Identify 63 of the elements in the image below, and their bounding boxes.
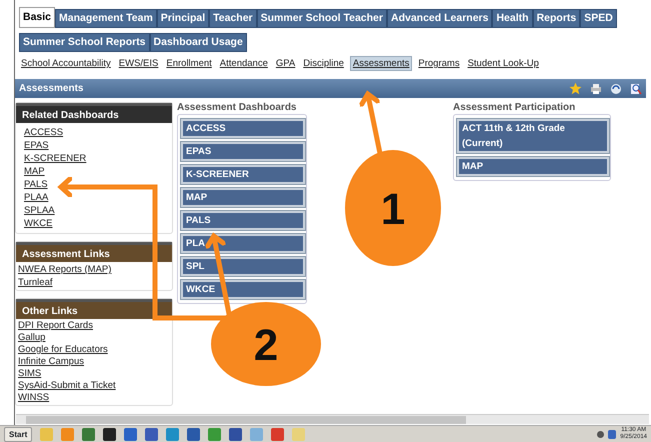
sidebar-link[interactable]: K-SCREENER (24, 152, 172, 165)
panel-header: Assessment Links (16, 242, 172, 262)
sidebar-link[interactable]: Turnleaf (18, 276, 172, 289)
dashboard-button[interactable]: SPL (181, 257, 305, 276)
sidebar-link[interactable]: ACCESS (24, 126, 172, 139)
refresh-icon[interactable] (610, 82, 622, 94)
sidebar-link[interactable]: PALS (24, 178, 172, 191)
nav-tab[interactable]: Reports (532, 9, 580, 28)
nav-link[interactable]: Assessments (350, 56, 412, 71)
sidebar-link[interactable]: MAP (24, 165, 172, 178)
nav-tab[interactable]: Teacher (209, 9, 257, 28)
search-icon[interactable] (630, 82, 642, 94)
dashboard-button[interactable]: K-SCREENER (181, 165, 305, 184)
nav-link[interactable]: Enrollment (164, 57, 214, 70)
app-icon[interactable] (229, 428, 242, 440)
section-heading: Assessment Participation (453, 102, 576, 114)
sidebar-link[interactable]: SIMS (18, 368, 172, 380)
sidebar-link[interactable]: PLAA (24, 191, 172, 204)
nav-tab[interactable]: Advanced Learners (387, 9, 492, 28)
dashboard-button[interactable]: PALS (181, 211, 305, 230)
sidebar-link[interactable]: WINSS (18, 392, 172, 404)
printer-icon[interactable] (590, 82, 602, 94)
nav-tab[interactable]: Basic (19, 7, 56, 28)
dashboard-button[interactable]: MAP (457, 157, 609, 176)
nav-link[interactable]: Programs (416, 57, 462, 70)
nav-link[interactable]: Discipline (301, 57, 346, 70)
sidebar-link[interactable]: Google for Educators (18, 344, 172, 356)
sidebar-link[interactable]: SysAid-Submit a Ticket (18, 380, 172, 392)
nav-tab[interactable]: SPED (580, 9, 617, 28)
nav-tab[interactable]: Dashboard Usage (150, 33, 247, 52)
nav-tab[interactable]: Management Team (55, 9, 157, 28)
sidebar-link[interactable]: SPLAA (24, 204, 172, 217)
dashboard-button[interactable]: ACCESS (181, 119, 305, 138)
nav-link[interactable]: Attendance (218, 57, 270, 70)
nav-link[interactable]: EWS/EIS (116, 57, 160, 70)
star-icon[interactable] (569, 82, 582, 95)
numbered-callout: 1 (345, 150, 441, 266)
nav-link[interactable]: GPA (274, 57, 298, 70)
sidebar-link[interactable]: EPAS (24, 139, 172, 152)
sidebar-link[interactable]: Gallup (18, 332, 172, 344)
horizontal-scrollbar[interactable] (16, 414, 649, 424)
numbered-callout: 2 (211, 302, 321, 386)
page-title: Assessments (19, 82, 84, 96)
sidebar-link[interactable]: Infinite Campus (18, 356, 172, 368)
app-icon[interactable] (103, 428, 116, 440)
sidebar-link[interactable]: NWEA Reports (MAP) (18, 263, 172, 276)
dashboard-button[interactable]: WKCE (181, 280, 305, 299)
dashboard-button[interactable]: PLA (181, 234, 305, 253)
start-button[interactable]: Start (4, 426, 32, 442)
nav-tab[interactable]: Principal (156, 9, 210, 28)
dashboard-button[interactable]: MAP (181, 188, 305, 207)
nav-tab[interactable]: Health (492, 9, 533, 28)
dashboard-button[interactable]: ACT 11th & 12th Grade (Current) (457, 119, 609, 153)
panel-header: Related Dashboards (16, 103, 172, 123)
dashboard-button[interactable]: EPAS (181, 142, 305, 161)
nav-link[interactable]: School Accountability (19, 57, 113, 70)
sidebar-link[interactable]: WKCE (24, 217, 172, 230)
section-heading: Assessment Dashboards (177, 102, 298, 114)
nav-tab[interactable]: Summer School Teacher (256, 9, 387, 28)
sidebar-link[interactable]: DPI Report Cards (18, 320, 172, 332)
nav-link[interactable]: Student Look-Up (466, 57, 541, 70)
panel-header: Other Links (16, 299, 172, 319)
nav-tab[interactable]: Summer School Reports (19, 33, 150, 52)
